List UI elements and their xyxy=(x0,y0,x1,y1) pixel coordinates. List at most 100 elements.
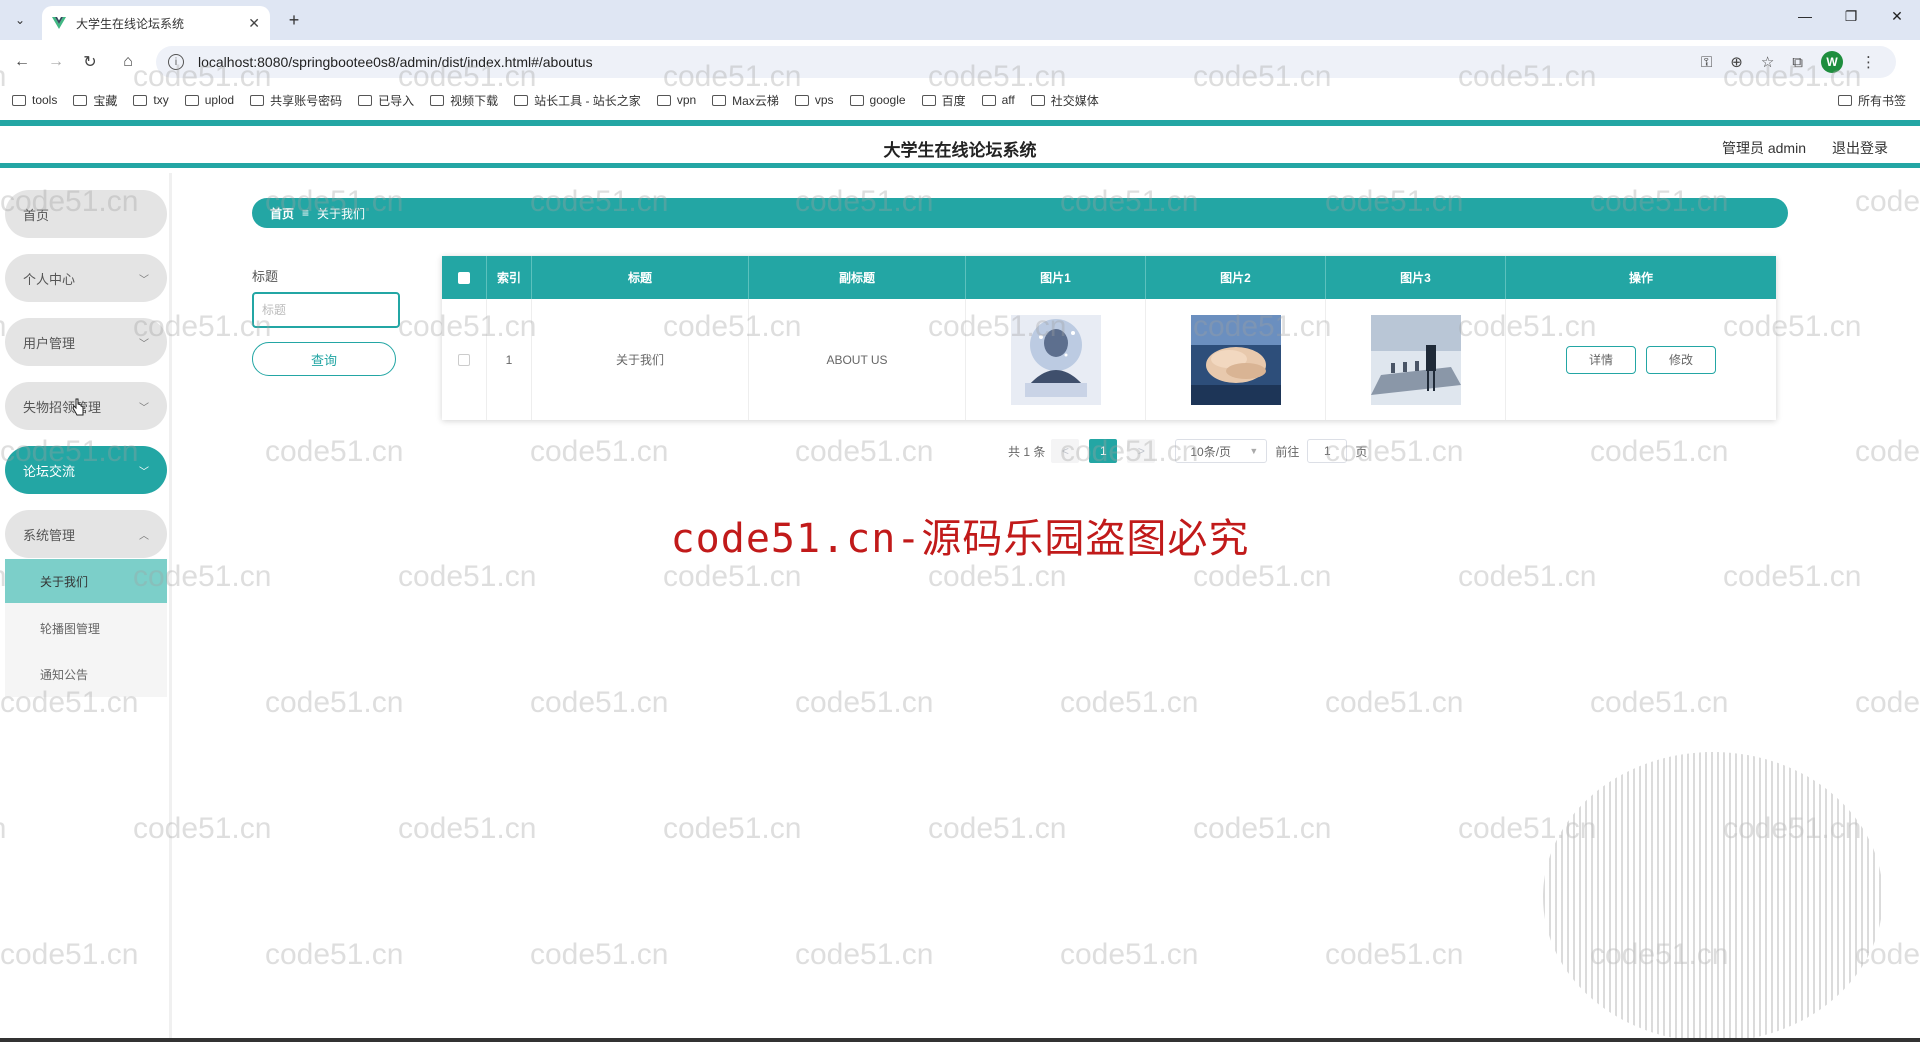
window-close-icon[interactable]: ✕ xyxy=(1882,8,1912,25)
title-search-input[interactable] xyxy=(252,292,400,328)
prev-page-icon[interactable]: < xyxy=(1051,439,1080,463)
submenu-item-aboutus[interactable]: 关于我们 xyxy=(5,559,167,603)
column-header: 副标题 xyxy=(749,256,966,299)
bookmark-item[interactable]: 社交媒体 xyxy=(1030,92,1099,109)
folder-icon xyxy=(12,94,26,106)
image3-thumbnail[interactable] xyxy=(1370,314,1461,405)
watermark-text: code51.cn xyxy=(530,938,669,971)
new-tab-icon[interactable]: + xyxy=(282,8,306,32)
table-row: 1 关于我们 ABOUT US 详情 修改 xyxy=(442,299,1776,420)
image1-thumbnail[interactable] xyxy=(1010,314,1101,405)
sidebar-item-users[interactable]: 用户管理 ﹀ xyxy=(5,318,167,366)
submenu-item-notice[interactable]: 通知公告 xyxy=(5,652,167,696)
bookmark-label: uplod xyxy=(204,93,235,107)
bookmark-item[interactable]: 站长工具 - 站长之家 xyxy=(514,92,641,109)
home-icon[interactable]: ⌂ xyxy=(116,50,140,74)
bookmark-item[interactable]: google xyxy=(849,93,906,107)
folder-icon xyxy=(133,94,148,106)
pagination: 共 1 条 < 1 > 10条/页 ▼ 前往 1 页 xyxy=(1008,438,1367,464)
watermark-text: code51.cn xyxy=(1325,938,1464,971)
bookmark-item[interactable]: Max云梯 xyxy=(712,92,779,109)
sidebar-item-label: 个人中心 xyxy=(23,271,76,287)
bookmark-item[interactable]: 已导入 xyxy=(358,92,414,109)
bookmark-item[interactable]: vps xyxy=(794,93,834,107)
browser-tab[interactable]: 大学生在线论坛系统 ✕ xyxy=(42,6,270,40)
submenu-item-carousel[interactable]: 轮播图管理 xyxy=(5,606,167,650)
next-page-icon[interactable]: > xyxy=(1127,439,1156,463)
bookmark-label: 视频下载 xyxy=(450,93,499,108)
watermark-text: code51.cn xyxy=(1325,686,1464,719)
bookmark-item[interactable]: 视频下载 xyxy=(430,92,498,109)
url-text: localhost:8080/springbootee0s8/admin/dis… xyxy=(198,54,593,70)
tab-search-chevron-icon[interactable]: ⌄ xyxy=(8,8,32,32)
search-label: 标题 xyxy=(252,269,279,284)
reload-icon[interactable]: ↻ xyxy=(78,50,102,74)
actions-cell: 详情 修改 xyxy=(1506,299,1776,420)
bookmark-item[interactable]: aff xyxy=(981,93,1015,107)
goto-prefix: 前往 xyxy=(1275,444,1300,459)
restore-icon[interactable]: ❐ xyxy=(1836,8,1866,25)
bookmark-item[interactable]: 共享账号密码 xyxy=(250,92,342,109)
all-bookmarks[interactable]: 所有书签 xyxy=(1837,84,1906,116)
chevron-down-icon: ﹀ xyxy=(139,466,149,478)
submenu-item-label: 轮播图管理 xyxy=(40,621,101,636)
page-number[interactable]: 1 xyxy=(1089,439,1118,463)
extensions-icon[interactable]: ⧉ xyxy=(1792,54,1803,71)
bookmark-label: 所有书签 xyxy=(1857,93,1906,108)
breadcrumb-home[interactable]: 首页 xyxy=(270,205,294,222)
folder-icon xyxy=(514,94,529,106)
folder-icon xyxy=(73,94,88,106)
logout-link[interactable]: 退出登录 xyxy=(1832,138,1888,158)
edit-button[interactable]: 修改 xyxy=(1646,345,1716,374)
detail-button[interactable]: 详情 xyxy=(1566,345,1636,374)
zoom-icon[interactable]: ⊕ xyxy=(1730,53,1743,71)
goto-page-input[interactable]: 1 xyxy=(1307,439,1348,463)
bookmark-label: 站长工具 - 站长之家 xyxy=(534,93,641,108)
search-button[interactable]: 查询 xyxy=(252,342,396,376)
url-bar[interactable]: i localhost:8080/springbootee0s8/admin/d… xyxy=(156,46,1896,78)
watermark-text: code51.cn xyxy=(265,686,404,719)
folder-icon xyxy=(1837,94,1852,106)
bookmark-item[interactable]: tools xyxy=(12,93,57,107)
back-icon[interactable]: ← xyxy=(10,50,34,74)
folder-icon xyxy=(794,94,809,106)
page-size-value: 10条/页 xyxy=(1190,444,1232,459)
sidebar-item-lost-found[interactable]: 失物招领管理 ﹀ xyxy=(5,382,167,430)
column-header: 图片2 xyxy=(1146,256,1326,299)
watermark-text: code51.cn xyxy=(795,938,934,971)
folder-icon xyxy=(250,94,265,106)
bookmark-item[interactable]: 宝藏 xyxy=(73,92,117,109)
image3-cell xyxy=(1326,299,1506,420)
bookmark-star-icon[interactable]: ☆ xyxy=(1761,53,1774,71)
row-checkbox[interactable] xyxy=(458,353,470,366)
close-tab-icon[interactable]: ✕ xyxy=(248,15,260,32)
bookmark-item[interactable]: 百度 xyxy=(921,92,966,109)
select-all-checkbox[interactable] xyxy=(458,271,470,284)
forward-icon[interactable]: → xyxy=(44,50,68,74)
menu-kebab-icon[interactable]: ⋮ xyxy=(1861,53,1876,71)
sidebar-item-label: 论坛交流 xyxy=(23,463,76,479)
site-info-icon[interactable]: i xyxy=(168,54,184,70)
bookmark-label: tools xyxy=(32,93,58,107)
folder-icon xyxy=(184,94,199,106)
goto-suffix: 页 xyxy=(1355,444,1368,459)
bookmark-item[interactable]: txy xyxy=(133,93,169,107)
image1-cell xyxy=(966,299,1146,420)
chevron-down-icon: ﹀ xyxy=(139,338,149,350)
password-key-icon[interactable]: ⚿ xyxy=(1701,54,1712,71)
bookmark-label: 宝藏 xyxy=(93,93,118,108)
bookmark-item[interactable]: vpn xyxy=(656,93,696,107)
image2-thumbnail[interactable] xyxy=(1190,314,1281,405)
bookmark-label: txy xyxy=(153,93,169,107)
sidebar-item-personal[interactable]: 个人中心 ﹀ xyxy=(5,254,167,302)
sidebar-item-label: 首页 xyxy=(23,207,50,223)
folder-icon xyxy=(430,94,445,106)
page-size-select[interactable]: 10条/页 ▼ xyxy=(1175,439,1268,463)
profile-avatar[interactable]: W xyxy=(1821,51,1843,73)
bookmark-item[interactable]: uplod xyxy=(184,93,235,107)
sidebar-item-home[interactable]: 首页 xyxy=(5,190,167,238)
chevron-down-icon: ﹀ xyxy=(139,274,149,286)
watermark-text: code51.cn xyxy=(928,812,1067,845)
minimize-icon[interactable]: — xyxy=(1790,8,1820,24)
sidebar-item-forum[interactable]: 论坛交流 ﹀ xyxy=(5,446,167,494)
